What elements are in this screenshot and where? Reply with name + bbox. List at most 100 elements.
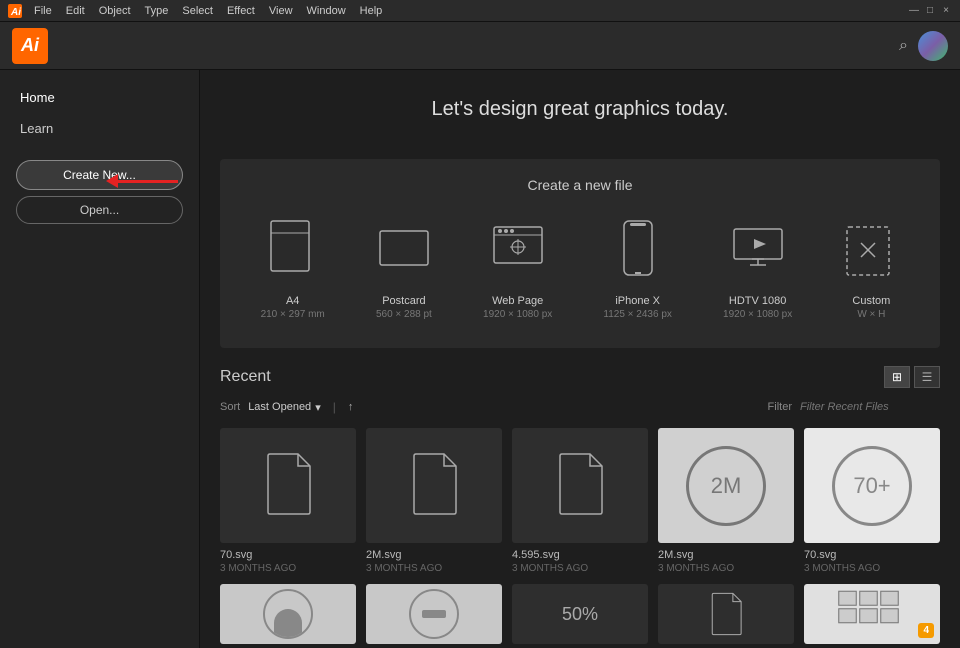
template-a4-icon xyxy=(265,219,321,287)
titlebar: Ai File Edit Object Type Select Effect V… xyxy=(0,0,960,22)
recent-section: Recent ⊞ ☰ Sort Last Opened ▾ | ↑ Filter xyxy=(200,348,960,648)
template-hdtv-icon xyxy=(730,219,786,287)
template-postcard-size: 560 × 288 pt xyxy=(376,309,432,320)
template-custom-icon xyxy=(843,219,899,287)
template-a4-name: A4 xyxy=(286,295,299,307)
template-webpage-name: Web Page xyxy=(492,295,543,307)
menu-view[interactable]: View xyxy=(263,3,299,19)
template-iphonex[interactable]: iPhone X 1125 × 2436 px xyxy=(595,211,680,328)
template-webpage-icon xyxy=(490,219,546,287)
file-date-0: 3 MONTHS AGO xyxy=(220,563,356,574)
sidebar-item-home[interactable]: Home xyxy=(0,82,199,113)
template-custom[interactable]: Custom W × H xyxy=(835,211,907,328)
minimize-button[interactable]: — xyxy=(908,5,920,17)
svg-text:Ai: Ai xyxy=(10,7,21,18)
sort-label: Sort xyxy=(220,401,240,413)
open-button[interactable]: Open... xyxy=(16,196,183,224)
circle-thumb-4: 70+ xyxy=(832,446,912,526)
menu-file[interactable]: File xyxy=(28,3,58,19)
recent-header: Recent ⊞ ☰ xyxy=(220,366,940,388)
file-card-8[interactable] xyxy=(658,584,794,644)
file-thumb-8 xyxy=(658,584,794,644)
create-panel-title: Create a new file xyxy=(240,177,920,193)
file-card-9[interactable]: 4 xyxy=(804,584,940,644)
file-date-3: 3 MONTHS AGO xyxy=(658,563,794,574)
grid-view-button[interactable]: ⊞ xyxy=(884,366,910,388)
window-controls: — □ × xyxy=(908,5,952,17)
hero-headline: Let's design great graphics today. xyxy=(220,98,940,121)
badge-4: 4 xyxy=(918,623,934,638)
template-custom-size: W × H xyxy=(857,309,885,320)
menu-help[interactable]: Help xyxy=(354,3,389,19)
sidebar: Home Learn Create New... Open... xyxy=(0,70,200,648)
menu-type[interactable]: Type xyxy=(139,3,175,19)
template-iphonex-name: iPhone X xyxy=(615,295,660,307)
template-postcard-icon xyxy=(376,219,432,287)
template-webpage-size: 1920 × 1080 px xyxy=(483,309,552,320)
template-webpage[interactable]: Web Page 1920 × 1080 px xyxy=(475,211,560,328)
template-a4-size: 210 × 297 mm xyxy=(261,309,325,320)
template-grid: A4 210 × 297 mm Postcard 560 × 288 pt xyxy=(240,211,920,328)
maximize-button[interactable]: □ xyxy=(924,5,936,17)
menu-object[interactable]: Object xyxy=(93,3,137,19)
file-date-4: 3 MONTHS AGO xyxy=(804,563,940,574)
file-date-2: 3 MONTHS AGO xyxy=(512,563,648,574)
menu-bar: File Edit Object Type Select Effect View… xyxy=(28,3,388,19)
file-thumb-0 xyxy=(220,428,356,543)
file-card-1[interactable]: 2M.svg 3 MONTHS AGO xyxy=(366,428,502,574)
template-hdtv-size: 1920 × 1080 px xyxy=(723,309,792,320)
menu-select[interactable]: Select xyxy=(176,3,219,19)
view-toggle: ⊞ ☰ xyxy=(884,366,940,388)
file-name-0: 70.svg xyxy=(220,549,356,561)
file-thumb-3: 2M xyxy=(658,428,794,543)
create-new-button[interactable]: Create New... xyxy=(16,160,183,190)
recent-title: Recent xyxy=(220,368,271,386)
file-card-3[interactable]: 2M 2M.svg 3 MONTHS AGO xyxy=(658,428,794,574)
file-card-6[interactable] xyxy=(366,584,502,644)
illustrator-logo: Ai xyxy=(12,28,48,64)
appbar: Ai ⌕ xyxy=(0,22,960,70)
sort-select[interactable]: Last Opened ▾ xyxy=(248,401,321,414)
content-area: Let's design great graphics today. Creat… xyxy=(200,70,960,648)
file-date-1: 3 MONTHS AGO xyxy=(366,563,502,574)
file-doc-icon-1 xyxy=(408,452,460,519)
app-small-icon: Ai xyxy=(8,4,22,18)
template-hdtv[interactable]: HDTV 1080 1920 × 1080 px xyxy=(715,211,800,328)
file-card-2[interactable]: 4.595.svg 3 MONTHS AGO xyxy=(512,428,648,574)
template-hdtv-name: HDTV 1080 xyxy=(729,295,786,307)
file-name-4: 70.svg xyxy=(804,549,940,561)
file-name-1: 2M.svg xyxy=(366,549,502,561)
file-name-2: 4.595.svg xyxy=(512,549,648,561)
file-doc-icon-0 xyxy=(262,452,314,519)
file-thumb-7: 50% xyxy=(512,584,648,644)
file-thumb-6 xyxy=(366,584,502,644)
file-card-7[interactable]: 50% xyxy=(512,584,648,644)
file-card-5[interactable] xyxy=(220,584,356,644)
appbar-right: ⌕ xyxy=(899,31,948,61)
template-a4[interactable]: A4 210 × 297 mm xyxy=(253,211,333,328)
file-thumb-2 xyxy=(512,428,648,543)
menu-effect[interactable]: Effect xyxy=(221,3,261,19)
search-icon[interactable]: ⌕ xyxy=(899,37,908,55)
template-custom-name: Custom xyxy=(852,295,890,307)
files-grid-row2: 50% xyxy=(220,584,940,644)
menu-window[interactable]: Window xyxy=(301,3,352,19)
create-panel: Create a new file A4 210 × 297 mm xyxy=(220,159,940,348)
file-card-0[interactable]: 70.svg 3 MONTHS AGO xyxy=(220,428,356,574)
list-view-button[interactable]: ☰ xyxy=(914,366,940,388)
file-thumb-1 xyxy=(366,428,502,543)
file-thumb-4: 70+ xyxy=(804,428,940,543)
file-thumb-9: 4 xyxy=(804,584,940,644)
sort-order-button[interactable]: ↑ xyxy=(348,401,354,413)
hero-section: Let's design great graphics today. xyxy=(200,70,960,159)
avatar[interactable] xyxy=(918,31,948,61)
file-card-4[interactable]: 70+ 70.svg 3 MONTHS AGO xyxy=(804,428,940,574)
sidebar-item-learn[interactable]: Learn xyxy=(0,113,199,144)
file-name-3: 2M.svg xyxy=(658,549,794,561)
sort-bar: Sort Last Opened ▾ | ↑ Filter xyxy=(220,400,940,414)
template-postcard[interactable]: Postcard 560 × 288 pt xyxy=(368,211,440,328)
close-button[interactable]: × xyxy=(940,5,952,17)
filter-input[interactable] xyxy=(800,401,940,413)
menu-edit[interactable]: Edit xyxy=(60,3,91,19)
circle-thumb-3: 2M xyxy=(686,446,766,526)
